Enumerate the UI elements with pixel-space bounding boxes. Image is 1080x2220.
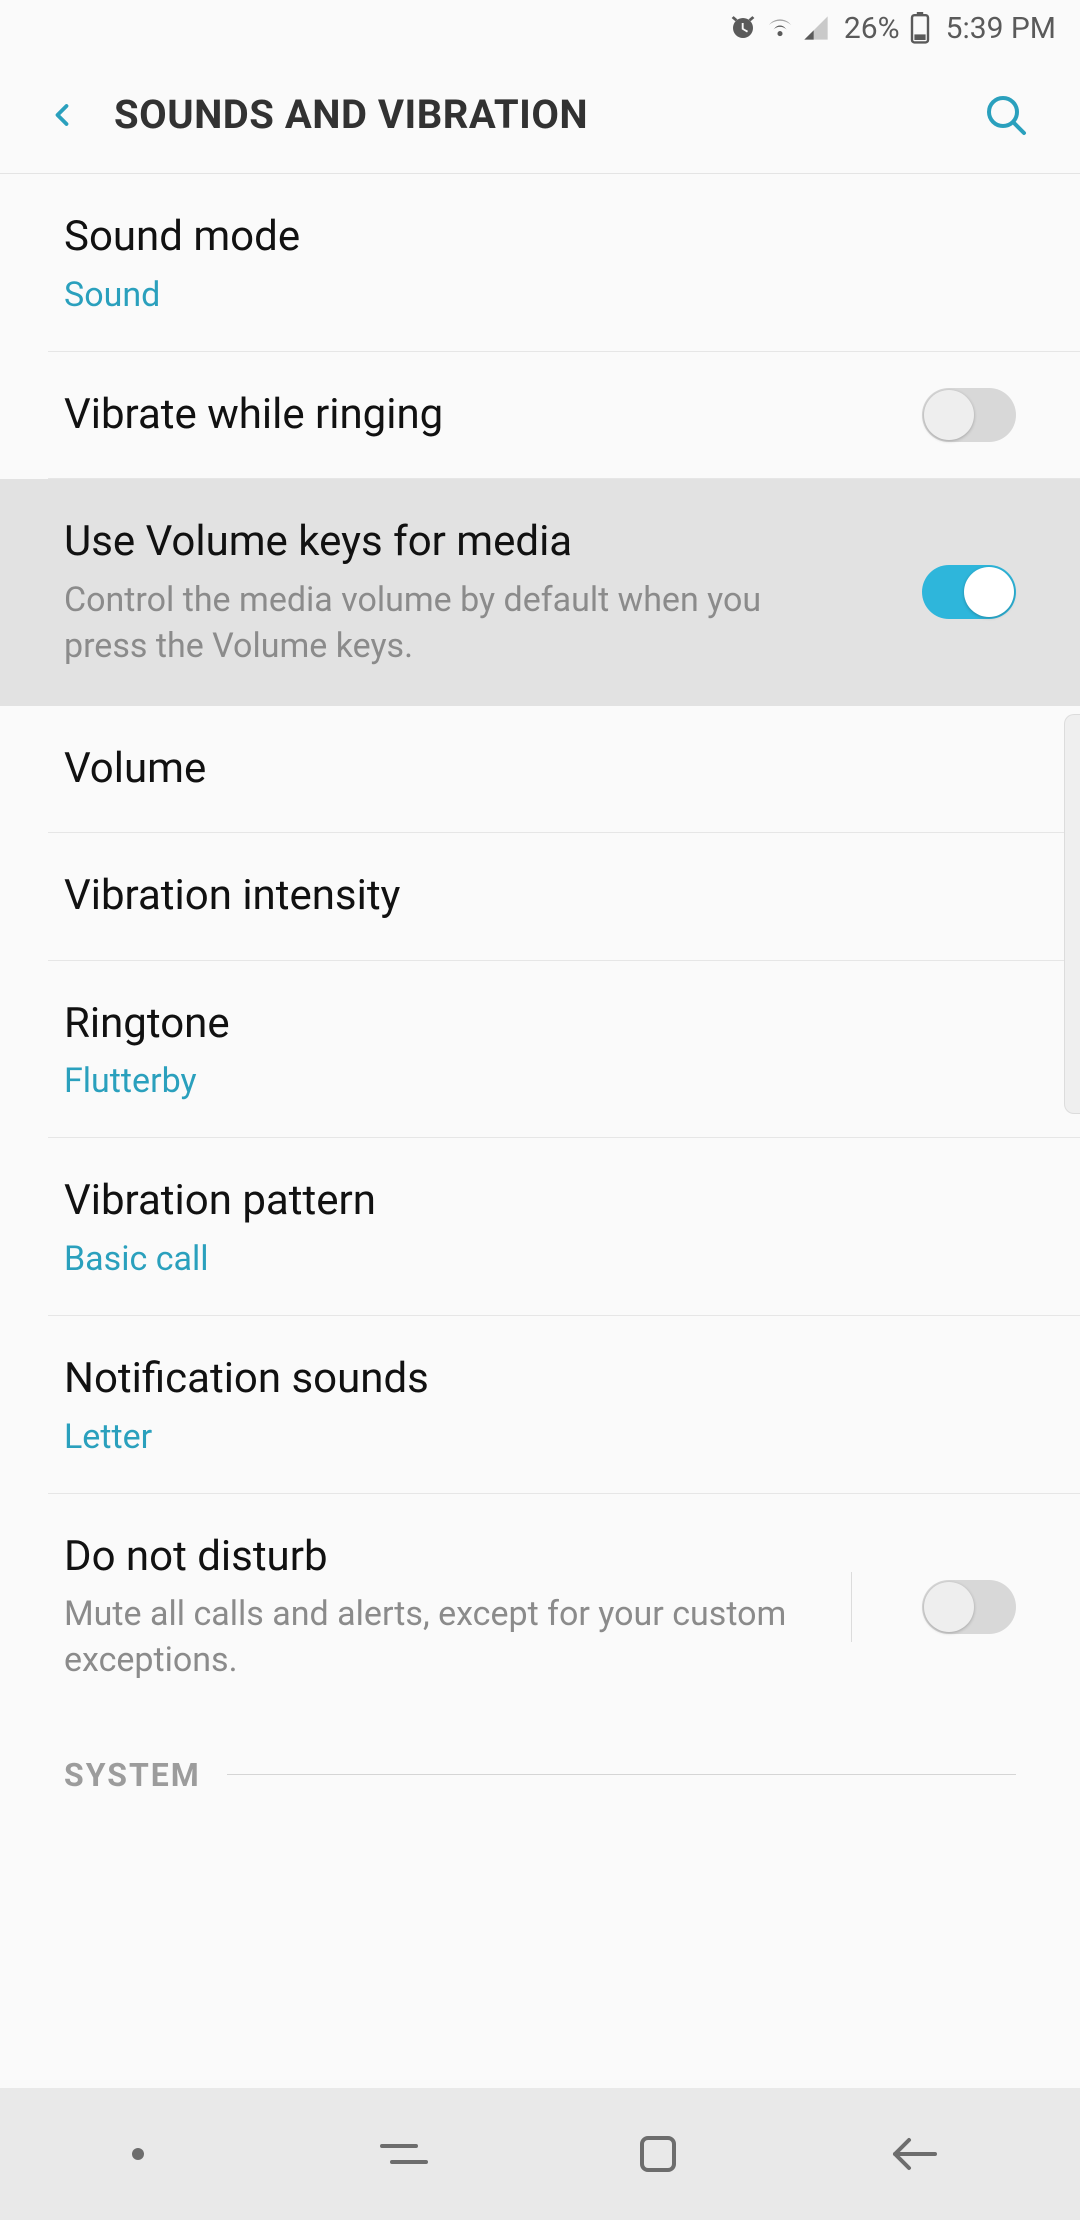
setting-value: Flutterby [64,1061,1016,1101]
app-header: SOUNDS AND VIBRATION [0,56,1080,174]
setting-sound-mode[interactable]: Sound mode Sound [0,174,1080,351]
search-button[interactable] [962,71,1050,159]
section-header-system: SYSTEM [0,1720,1080,1794]
battery-percent: 26% [844,11,900,46]
setting-vibration-pattern[interactable]: Vibration pattern Basic call [0,1138,1080,1315]
setting-value: Basic call [64,1239,1016,1279]
setting-do-not-disturb[interactable]: Do not disturb Mute all calls and alerts… [0,1494,1080,1720]
setting-value: Letter [64,1417,1016,1457]
nav-recents-button[interactable] [369,2119,439,2189]
setting-volume-keys-media[interactable]: Use Volume keys for media Control the me… [0,479,1080,705]
scroll-handle[interactable] [1064,714,1080,1114]
nav-indicator-dot [132,2148,144,2160]
alarm-icon [728,13,758,43]
cell-signal-icon [802,14,830,42]
setting-desc: Control the media volume by default when… [64,578,794,670]
battery-icon [910,12,930,44]
section-label: SYSTEM [64,1756,201,1794]
settings-list: Sound mode Sound Vibrate while ringing U… [0,174,1080,2088]
setting-desc: Mute all calls and alerts, except for yo… [64,1592,794,1684]
setting-volume[interactable]: Volume [0,706,1080,833]
divider-vertical [851,1572,852,1642]
setting-title: Use Volume keys for media [64,515,892,570]
section-rule [227,1774,1016,1775]
toggle-volume-keys-media[interactable] [922,565,1016,619]
recents-icon [378,2134,430,2174]
clock-text: 5:39 PM [946,11,1056,46]
home-icon [634,2130,682,2178]
toggle-do-not-disturb[interactable] [922,1580,1016,1634]
setting-title: Volume [64,742,1016,797]
setting-title: Ringtone [64,997,1016,1052]
nav-back-button[interactable] [878,2119,948,2189]
setting-title: Do not disturb [64,1530,821,1585]
setting-title: Vibrate while ringing [64,388,892,443]
back-button[interactable] [18,71,106,159]
setting-vibrate-while-ringing[interactable]: Vibrate while ringing [0,352,1080,479]
setting-title: Vibration intensity [64,869,1016,924]
toggle-vibrate-ringing[interactable] [922,388,1016,442]
setting-title: Vibration pattern [64,1174,1016,1229]
search-icon [982,91,1030,139]
navigation-bar [0,2088,1080,2220]
page-title: SOUNDS AND VIBRATION [114,91,962,138]
back-icon [887,2132,939,2176]
setting-vibration-intensity[interactable]: Vibration intensity [0,833,1080,960]
setting-title: Notification sounds [64,1352,1016,1407]
setting-notification-sounds[interactable]: Notification sounds Letter [0,1316,1080,1493]
chevron-left-icon [44,97,80,133]
setting-ringtone[interactable]: Ringtone Flutterby [0,961,1080,1138]
setting-title: Sound mode [64,210,1016,265]
nav-home-button[interactable] [623,2119,693,2189]
setting-value: Sound [64,275,1016,315]
status-bar: 26% 5:39 PM [0,0,1080,56]
wifi-icon [764,13,796,43]
